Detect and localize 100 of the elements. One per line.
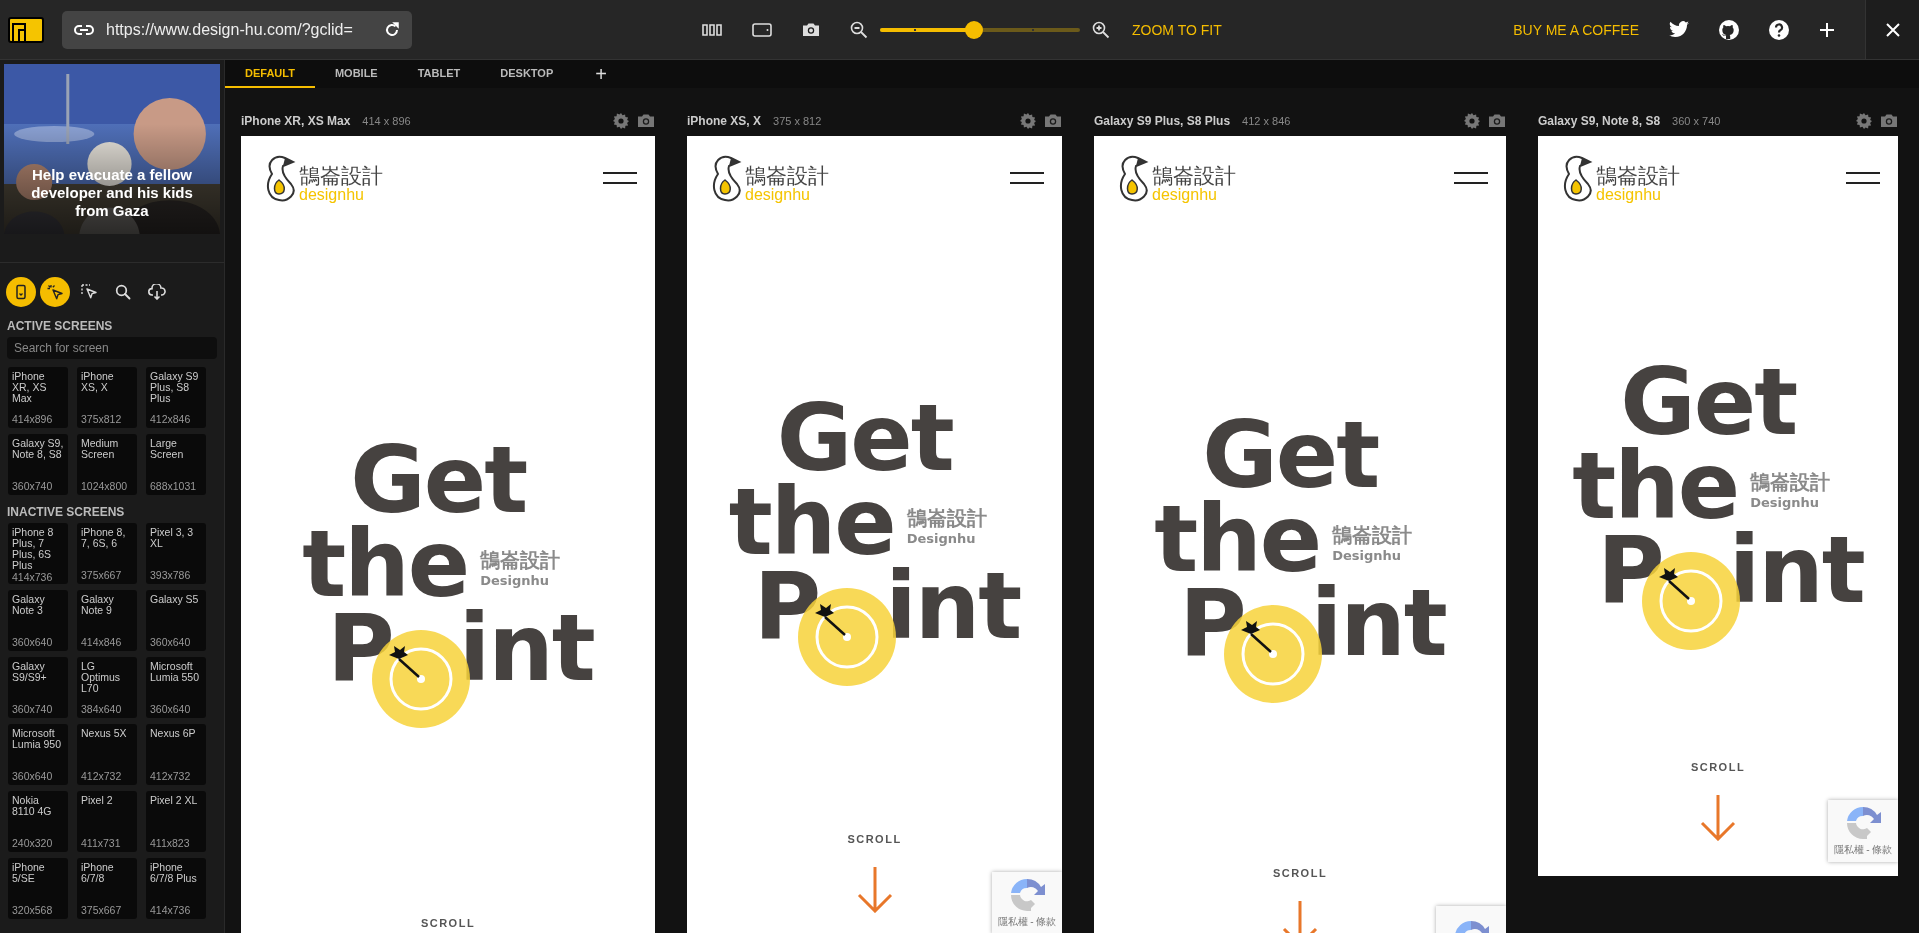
screen-card[interactable]: Pixel 2 411x731 [77, 791, 137, 852]
screen-card[interactable]: Microsoft Lumia 550 360x640 [146, 657, 206, 718]
screen-card[interactable]: iPhone 6/7/8 375x667 [77, 858, 137, 919]
device-size: 412 x 846 [1242, 115, 1291, 127]
screen-name: Galaxy S9, Note 8, S8 [12, 438, 64, 460]
screen-name: iPhone XS, X [81, 371, 115, 393]
url-text: https://www.design-hu.com/?gclid= [106, 20, 354, 39]
screen-size: 411x823 [150, 837, 191, 849]
screenshot-icon[interactable] [637, 113, 655, 128]
search-field[interactable]: Search for screen [7, 337, 217, 359]
screen-size: 375x667 [81, 569, 123, 581]
zoom-to-fit-link[interactable]: ZOOM TO FIT [1132, 21, 1222, 38]
screen-card[interactable]: Large Screen 688x1031 [146, 434, 206, 495]
tool-button[interactable] [40, 277, 70, 307]
cursor-select-icon [80, 283, 98, 301]
screenshot-icon[interactable] [1488, 113, 1506, 128]
screen-card[interactable]: Galaxy S9 Plus, S8 Plus 412x846 [146, 367, 206, 428]
menu-icon[interactable] [1010, 172, 1044, 184]
tab[interactable]: MOBILE [314, 60, 398, 88]
plus-icon[interactable] [1819, 21, 1835, 38]
brand-name: 鵠崙設計 [1750, 470, 1831, 494]
menu-icon[interactable] [1846, 172, 1880, 184]
tab[interactable]: DEFAULT [225, 60, 315, 88]
logo-text: 鵠崙設計 [745, 165, 829, 187]
columns-icon[interactable] [702, 23, 722, 36]
screen-card[interactable]: iPhone 5/SE 320x568 [8, 858, 68, 919]
screen-card[interactable]: Nexus 5X 412x732 [77, 724, 137, 785]
menu-icon[interactable] [603, 172, 637, 184]
screen-size: 360x640 [150, 703, 192, 715]
screenshot-icon[interactable] [1880, 113, 1898, 128]
screen-name: Nokia 8110 4G [12, 795, 53, 817]
screen-size: 414x736 [150, 904, 192, 916]
screen-card[interactable]: iPhone XS, X 375x812 [77, 367, 137, 428]
zoom-in-icon[interactable] [1092, 20, 1110, 39]
screen-name: iPhone 6/7/8 [81, 862, 115, 884]
settings-icon[interactable] [1464, 113, 1480, 129]
screen-name: iPhone 8 Plus, 7 Plus, 6S Plus [12, 527, 55, 571]
brand-subtitle: Designhu [1750, 494, 1820, 512]
settings-icon[interactable] [1856, 113, 1872, 129]
settings-icon[interactable] [1020, 113, 1036, 129]
zoom-slider[interactable] [880, 20, 1080, 39]
add-tab-button[interactable]: + [573, 60, 629, 88]
screen-name: Galaxy Note 3 [12, 594, 46, 616]
url-field[interactable]: https://www.design-hu.com/?gclid= [62, 10, 412, 49]
screen-card[interactable]: Galaxy Note 3 360x640 [8, 590, 68, 651]
screen-card[interactable]: Galaxy S9/S9+ 360x740 [8, 657, 68, 718]
recaptcha-badge[interactable]: 隱私權 - 條款 [1828, 800, 1898, 862]
screen-card[interactable]: Pixel 3, 3 XL 393x786 [146, 523, 206, 584]
screen-name: Microsoft Lumia 550 [150, 661, 201, 683]
bird-icon[interactable] [1669, 21, 1689, 38]
screen-card[interactable]: Galaxy S5 360x640 [146, 590, 206, 651]
screen-card[interactable]: Nokia 8110 4G 240x320 [8, 791, 68, 852]
screen-card[interactable]: Nexus 6P 412x732 [146, 724, 206, 785]
screenshot-icon[interactable] [1044, 113, 1062, 128]
recaptcha-badge[interactable]: 隱私權 - 條款 [992, 872, 1062, 933]
cat-icon[interactable] [1719, 19, 1739, 40]
screen-card[interactable]: iPhone XR, XS Max 414x896 [8, 367, 68, 428]
headline-word: the [302, 523, 469, 607]
screen-size: 411x731 [81, 837, 122, 849]
screen-size: 360x740 [12, 480, 54, 492]
cloud-download-icon [148, 284, 166, 300]
screen-name: Galaxy S9 Plus, S8 Plus [150, 371, 200, 404]
zoom-out-icon[interactable] [850, 20, 868, 39]
reload-icon[interactable] [384, 21, 400, 38]
screen-size: 375x812 [81, 413, 123, 425]
screen-card[interactable]: Galaxy S9, Note 8, S8 360x740 [8, 434, 68, 495]
tab[interactable]: DESKTOP [480, 60, 574, 88]
settings-icon[interactable] [613, 113, 629, 129]
tablet-icon[interactable] [752, 22, 772, 37]
screen-card[interactable]: iPhone 8 Plus, 7 Plus, 6S Plus 414x736 [8, 523, 68, 584]
screen-card[interactable]: iPhone 6/7/8 Plus 414x736 [146, 858, 206, 919]
screen-card[interactable]: Microsoft Lumia 950 360x640 [8, 724, 68, 785]
tool-button[interactable] [6, 277, 36, 307]
screen-card[interactable]: Pixel 2 XL 411x823 [146, 791, 206, 852]
arrow-down-icon[interactable] [1700, 795, 1736, 841]
logo-text: 鵠崙設計 [299, 165, 383, 187]
headline-word: Get [776, 397, 954, 481]
screen-card[interactable]: iPhone 8, 7, 6S, 6 375x667 [77, 523, 137, 584]
brand-subtitle: Designhu [1332, 547, 1402, 565]
tab[interactable]: TABLET [397, 60, 481, 88]
menu-icon[interactable] [1454, 172, 1488, 184]
phone-icon [13, 284, 29, 300]
logo-subtext: designhu [299, 187, 365, 202]
close-icon[interactable] [1884, 21, 1901, 38]
screen-card[interactable]: Medium Screen 1024x800 [77, 434, 137, 495]
headline-word: Get [1620, 361, 1798, 445]
headline-word: Get [350, 439, 528, 523]
screen-size: 384x640 [81, 703, 123, 715]
arrow-down-icon[interactable] [856, 867, 893, 913]
help-icon[interactable] [1769, 19, 1789, 40]
headline-word: the [1154, 498, 1321, 582]
screen-card[interactable]: LG Optimus L70 384x640 [77, 657, 137, 718]
headline-word: int [1728, 529, 1864, 613]
screen-card[interactable]: Galaxy Note 9 414x846 [77, 590, 137, 651]
screen-name: Galaxy S9/S9+ [12, 661, 48, 683]
screen-name: Medium Screen [81, 438, 120, 460]
camera-icon[interactable] [802, 22, 820, 37]
buy-coffee-link[interactable]: BUY ME A COFFEE [1513, 21, 1639, 38]
logo-subtext: designhu [745, 187, 811, 202]
app-logo-icon[interactable] [8, 16, 44, 43]
